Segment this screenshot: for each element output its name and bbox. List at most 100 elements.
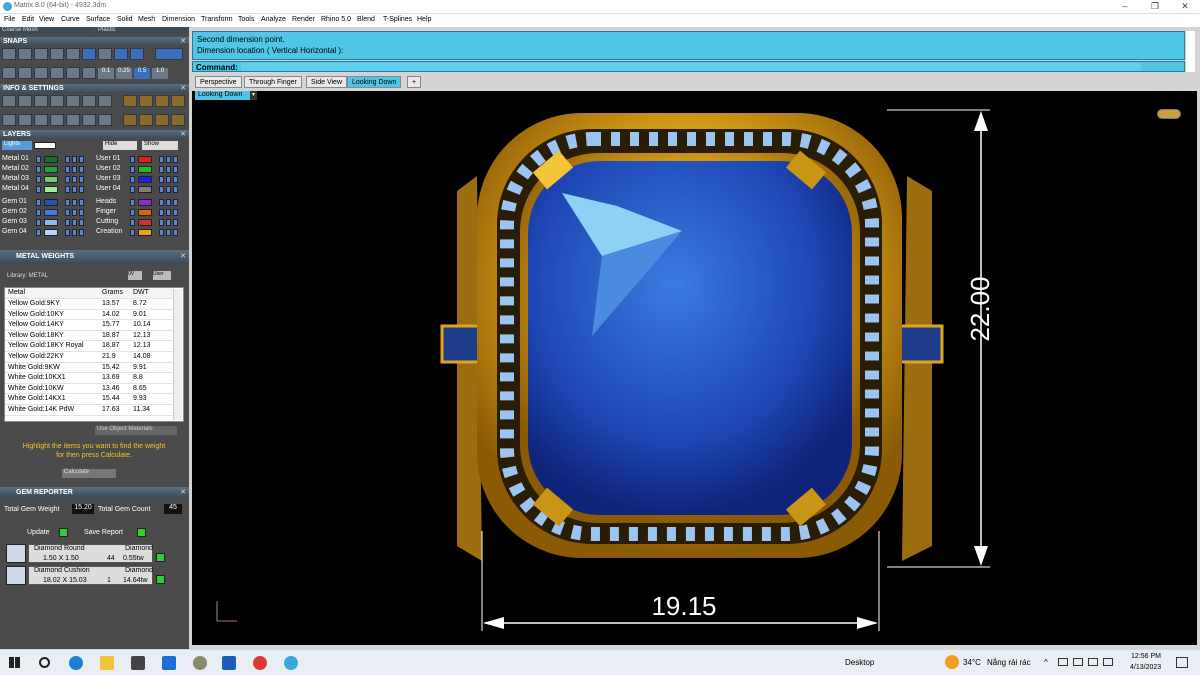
- info-tool-icon[interactable]: [123, 114, 137, 126]
- layer-toggle-icon[interactable]: [166, 219, 171, 226]
- info-tool-icon[interactable]: [2, 114, 16, 126]
- chrome-icon[interactable]: [253, 656, 267, 670]
- layer-color-swatch[interactable]: [44, 199, 58, 206]
- layer-toggle-icon[interactable]: [79, 156, 84, 163]
- minimize-button[interactable]: –: [1110, 0, 1140, 14]
- layer-toggle-icon[interactable]: [79, 199, 84, 206]
- info-tool-icon[interactable]: [123, 95, 137, 107]
- layer-color-swatch[interactable]: [138, 229, 152, 236]
- layer-toggle-icon[interactable]: [65, 219, 70, 226]
- layer-toggle-icon[interactable]: [65, 186, 70, 193]
- mesh-select[interactable]: Coarse Mesh: [0, 27, 93, 34]
- layer-toggle-icon[interactable]: [72, 229, 77, 236]
- layer-toggle-icon[interactable]: [65, 199, 70, 206]
- info-tool-icon[interactable]: [155, 95, 169, 107]
- snap-icon[interactable]: [130, 48, 144, 60]
- windows-start-icon[interactable]: [9, 657, 20, 668]
- snap-icon[interactable]: [50, 67, 64, 79]
- snap-value[interactable]: 0.1: [98, 68, 114, 79]
- layer-color-swatch[interactable]: [44, 209, 58, 216]
- layer-name[interactable]: User 02: [96, 165, 121, 172]
- menu-mesh[interactable]: Mesh: [138, 16, 155, 23]
- layer-toggle-icon[interactable]: [159, 186, 164, 193]
- play-icon[interactable]: [137, 528, 146, 537]
- matrix-icon[interactable]: [284, 656, 298, 670]
- notifications-icon[interactable]: [1176, 657, 1188, 668]
- gem-row[interactable]: Diamond Round Diamond 1.50 X 1.50 44 0.55tw: [28, 544, 153, 563]
- layer-color-swatch[interactable]: [44, 176, 58, 183]
- store-icon[interactable]: [131, 656, 145, 670]
- layer-toggle-icon[interactable]: [72, 186, 77, 193]
- close-button[interactable]: ✕: [1170, 0, 1200, 14]
- layer-name[interactable]: Metal 01: [2, 155, 29, 162]
- edge-icon[interactable]: [69, 656, 83, 670]
- file-explorer-icon[interactable]: [100, 656, 114, 670]
- layer-toggle-icon[interactable]: [173, 219, 178, 226]
- layer-toggle-icon[interactable]: [65, 166, 70, 173]
- layer-toggle-icon[interactable]: [79, 166, 84, 173]
- layer-toggle-icon[interactable]: [130, 176, 135, 183]
- tab-through-finger[interactable]: Through Finger: [244, 76, 302, 88]
- grid-snap-icon[interactable]: [155, 48, 183, 60]
- layer-name[interactable]: Metal 02: [2, 165, 29, 172]
- app-icon[interactable]: [193, 656, 207, 670]
- layer-name[interactable]: Gem 02: [2, 208, 27, 215]
- layer-toggle-icon[interactable]: [65, 209, 70, 216]
- layer-toggle-icon[interactable]: [159, 199, 164, 206]
- search-icon[interactable]: [39, 657, 50, 668]
- menu-surface[interactable]: Surface: [86, 16, 110, 23]
- weather-desc[interactable]: Nắng rải rác: [987, 658, 1031, 667]
- layer-toggle-icon[interactable]: [130, 229, 135, 236]
- layer-toggle-icon[interactable]: [72, 176, 77, 183]
- snap-icon[interactable]: [66, 48, 80, 60]
- layer-toggle-icon[interactable]: [130, 219, 135, 226]
- info-tool-icon[interactable]: [139, 114, 153, 126]
- snap-icon[interactable]: [82, 67, 96, 79]
- layer-toggle-icon[interactable]: [72, 219, 77, 226]
- table-row[interactable]: White Gold:9KW 15.42 9.91: [5, 363, 173, 374]
- layer-name[interactable]: Cutting: [96, 218, 118, 225]
- close-icon[interactable]: ✕: [180, 250, 186, 264]
- material-select[interactable]: Plastic: [96, 27, 186, 34]
- menu-tools[interactable]: Tools: [238, 16, 254, 23]
- layer-color-swatch[interactable]: [138, 219, 152, 226]
- layer-toggle-icon[interactable]: [173, 186, 178, 193]
- menu-render[interactable]: Render: [292, 16, 315, 23]
- info-tool-icon[interactable]: [82, 114, 96, 126]
- layer-toggle-icon[interactable]: [159, 176, 164, 183]
- layer-toggle-icon[interactable]: [166, 186, 171, 193]
- layer-color-swatch[interactable]: [138, 209, 152, 216]
- info-tool-icon[interactable]: [155, 114, 169, 126]
- layer-name[interactable]: User 04: [96, 185, 121, 192]
- close-icon[interactable]: ✕: [180, 37, 186, 46]
- table-row[interactable]: Yellow Gold:18KY Royal 18.87 12.13: [5, 341, 173, 352]
- layer-toggle-icon[interactable]: [130, 199, 135, 206]
- layer-color-swatch[interactable]: [44, 156, 58, 163]
- snap-icon[interactable]: [2, 67, 16, 79]
- layer-name[interactable]: User 03: [96, 175, 121, 182]
- tab-add[interactable]: +: [407, 76, 422, 88]
- info-tool-icon[interactable]: [18, 95, 32, 107]
- desktop-toolbar[interactable]: Desktop: [845, 658, 874, 667]
- layer-toggle-icon[interactable]: [173, 156, 178, 163]
- layer-toggle-icon[interactable]: [166, 166, 171, 173]
- layer-color-swatch[interactable]: [138, 199, 152, 206]
- layer-name[interactable]: Metal 04: [2, 185, 29, 192]
- layer-toggle-icon[interactable]: [173, 209, 178, 216]
- layer-color-swatch[interactable]: [138, 166, 152, 173]
- view-cube-icon[interactable]: [1157, 109, 1181, 119]
- weather-icon[interactable]: [945, 655, 959, 669]
- layer-name[interactable]: Creation: [96, 228, 122, 235]
- info-tool-icon[interactable]: [50, 114, 64, 126]
- layer-toggle-icon[interactable]: [130, 209, 135, 216]
- snap-icon[interactable]: [66, 67, 80, 79]
- menu-curve[interactable]: Curve: [61, 16, 80, 23]
- menu-solid[interactable]: Solid: [117, 16, 133, 23]
- snap-value[interactable]: 0.5: [134, 68, 150, 79]
- layer-name[interactable]: Gem 04: [2, 228, 27, 235]
- layer-toggle-icon[interactable]: [166, 176, 171, 183]
- tab-looking-down[interactable]: Looking Down: [347, 76, 402, 88]
- snap-value[interactable]: 1.0: [152, 68, 168, 79]
- mail-icon[interactable]: [162, 656, 176, 670]
- layer-toggle-icon[interactable]: [36, 209, 41, 216]
